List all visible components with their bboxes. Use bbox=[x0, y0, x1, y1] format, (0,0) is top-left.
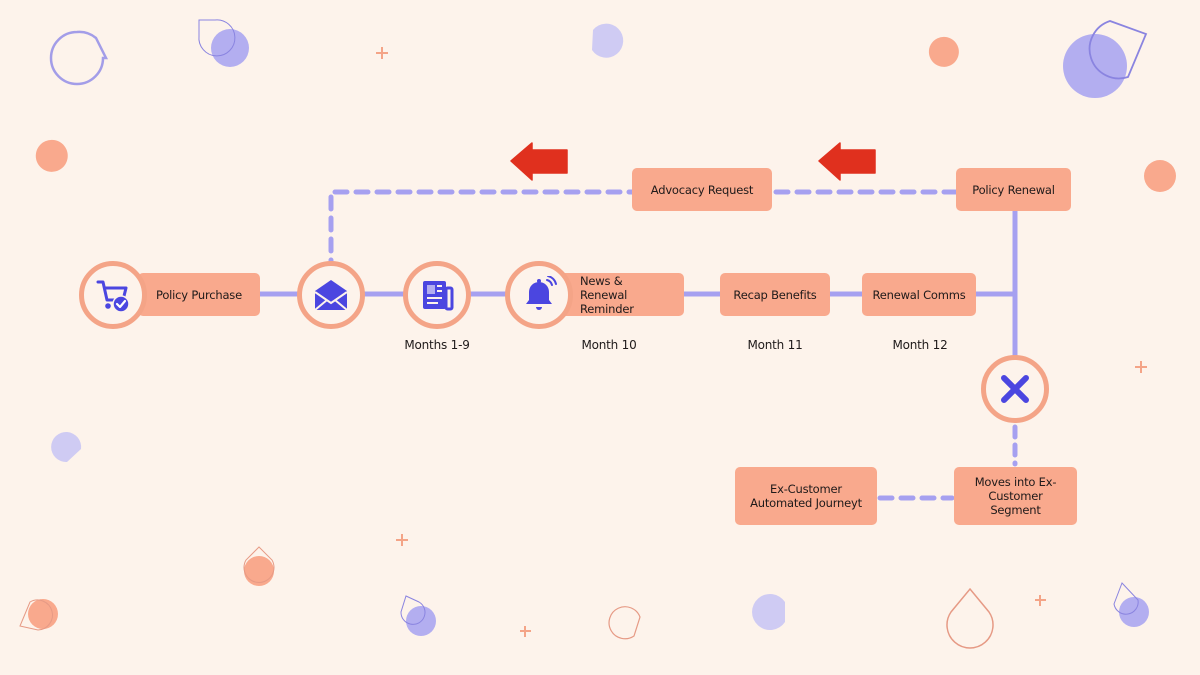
policy-renewal-node: Policy Renewal bbox=[956, 168, 1071, 211]
decor-drop-outline bbox=[49, 30, 109, 86]
ex-customer-journey-label: Ex-Customer Automated Journeyt bbox=[750, 482, 862, 510]
period-label-month-11: Month 11 bbox=[747, 338, 803, 352]
ex-customer-journey-node: Ex-Customer Automated Journeyt bbox=[735, 467, 877, 525]
decor-drop bbox=[35, 139, 68, 172]
renewal-comms-node: Renewal Comms bbox=[862, 273, 976, 316]
policy-purchase-circle bbox=[79, 261, 147, 329]
advocacy-request-node: Advocacy Request bbox=[632, 168, 772, 211]
decor-dot bbox=[211, 29, 249, 67]
period-label-months-1-9: Months 1-9 bbox=[404, 338, 470, 352]
decor-drop bbox=[928, 36, 959, 67]
decor-drop bbox=[592, 23, 624, 58]
recap-benefits-node: Recap Benefits bbox=[720, 273, 830, 316]
decor-dot bbox=[1119, 597, 1149, 627]
policy-purchase-node: Policy Purchase bbox=[138, 273, 260, 316]
bell-ringing-icon bbox=[526, 276, 557, 310]
churn-circle bbox=[981, 355, 1049, 423]
decor-plus bbox=[520, 626, 531, 637]
period-label-month-12: Month 12 bbox=[892, 338, 948, 352]
decorative-shapes bbox=[19, 19, 1178, 649]
decor-drop bbox=[752, 594, 785, 630]
news-renewal-reminder-label: News & Renewal Reminder bbox=[580, 273, 634, 316]
advocacy-request-label: Advocacy Request bbox=[650, 182, 754, 197]
ex-customer-segment-label: Moves into Ex-Customer Segment bbox=[974, 475, 1057, 517]
decor-plus bbox=[396, 534, 408, 546]
newsletter-circle bbox=[403, 261, 471, 329]
decor-plus bbox=[1135, 361, 1147, 373]
newspaper-icon bbox=[423, 281, 454, 311]
decor-drop-outline bbox=[608, 606, 641, 640]
decor-drop bbox=[1144, 160, 1178, 192]
decor-drop bbox=[51, 432, 82, 463]
news-renewal-reminder-node: News & Renewal Reminder bbox=[560, 273, 684, 316]
decor-plus bbox=[1035, 595, 1046, 606]
policy-purchase-label: Policy Purchase bbox=[156, 287, 242, 302]
arrow-left-icon bbox=[510, 142, 568, 181]
decor-drop-outline bbox=[946, 587, 994, 649]
period-label-month-10: Month 10 bbox=[581, 338, 637, 352]
email-circle bbox=[297, 261, 365, 329]
recap-benefits-label: Recap Benefits bbox=[733, 287, 817, 302]
reminder-circle bbox=[505, 261, 573, 329]
decor-plus bbox=[376, 47, 388, 59]
policy-renewal-label: Policy Renewal bbox=[972, 182, 1055, 197]
decor-dot bbox=[28, 599, 58, 629]
close-x-icon bbox=[1001, 375, 1029, 403]
open-envelope-icon bbox=[314, 280, 348, 311]
arrow-left-icon bbox=[818, 142, 876, 181]
decor-dot bbox=[244, 556, 274, 586]
renewal-comms-label: Renewal Comms bbox=[872, 287, 966, 302]
ex-customer-segment-node: Moves into Ex-Customer Segment bbox=[954, 467, 1077, 525]
shopping-cart-check-icon bbox=[96, 280, 130, 313]
